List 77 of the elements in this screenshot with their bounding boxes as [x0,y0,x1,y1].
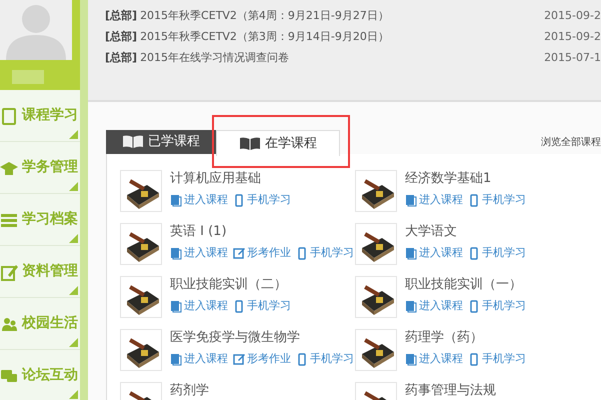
book-icon [170,246,182,260]
course-link[interactable]: 手机学习 [468,351,526,368]
course-title: 英语 I (1) [170,223,228,241]
course-thumbnail [120,276,162,318]
book-icon [405,246,417,260]
phone-icon [468,194,480,207]
course-title: 计算机应用基础 [170,170,262,188]
phone-icon [233,300,245,313]
course-link[interactable]: 手机学习 [468,245,526,262]
course-thumbnail [355,223,397,265]
course-thumbnail [355,329,397,371]
course-link[interactable]: 进入课程 [405,245,463,262]
course-thumbnail [120,329,162,371]
sidebar-item[interactable]: 学习档案 [22,209,78,230]
book-icon [239,136,261,150]
course-link[interactable]: 进入课程 [405,351,463,368]
edit-icon [233,246,245,260]
course-link[interactable]: 进入课程 [170,298,228,314]
course-title: 药剂学 [170,382,209,400]
course-thumbnail [355,276,397,318]
phone-icon [296,352,308,366]
sidebar-item[interactable]: 课程学习 [22,105,78,126]
phone-icon [233,194,245,207]
course-title: 医学免疫学与微生物学 [170,329,301,347]
course-link[interactable]: 进入课程 [405,192,463,208]
course-thumbnail [120,170,162,212]
course-title: 经济数学基础1 [405,170,492,188]
course-link[interactable]: 手机学习 [468,192,526,208]
course-link[interactable]: 进入课程 [405,298,463,314]
browse-all-link[interactable]: 浏览全部课程 [541,130,601,154]
notice-tag: [总部] [105,50,138,67]
sidebar-item[interactable]: 校园生活 [22,313,78,334]
notice-link[interactable]: 2015年秋季CETV2（第3周：9月14日-9月20日） [140,29,389,46]
notice-link[interactable]: 2015年在线学习情况调查问卷 [140,50,290,67]
course-link[interactable]: 进入课程 [170,351,228,368]
course-link[interactable]: 手机学习 [296,245,354,262]
book-icon [405,352,417,366]
course-title: 大学语文 [405,223,458,241]
course-title: 药事管理与法规 [405,382,496,400]
book-icon [122,135,144,149]
course-title: 药理学（药） [405,329,484,347]
sidebar-item[interactable]: 学务管理 [22,157,78,178]
notice-date: 2015-07-1 [544,50,601,66]
phone-icon [296,246,308,260]
book-icon [170,352,182,366]
sidebar-item[interactable]: 论坛互动 [22,365,78,386]
corner-triangle-icon [69,390,78,399]
phone-icon [468,300,480,313]
notice-link[interactable]: 2015年秋季CETV2（第4周：9月21日-9月27日） [140,8,389,25]
notice-tag: [总部] [105,8,138,25]
tab[interactable]: 已学课程 [106,130,216,154]
course-link[interactable]: 形考作业 [233,245,291,262]
edit-icon [0,262,18,280]
course-thumbnail [120,223,162,265]
course-title: 职业技能实训（一） [405,276,523,294]
course-link[interactable]: 手机学习 [233,192,291,208]
book-icon [405,194,417,207]
book-icon [170,300,182,313]
course-title: 职业技能实训（二） [170,276,288,294]
notice-date: 2015-09-2 [544,8,601,24]
phone-icon [468,246,480,260]
course-link[interactable]: 形考作业 [233,351,291,368]
course-link[interactable]: 手机学习 [233,298,291,314]
notice-tag: [总部] [105,29,138,46]
notice-date: 2015-09-2 [544,29,601,46]
edit-icon [233,352,245,366]
phone-icon [468,352,480,366]
book-icon [405,300,417,313]
course-link[interactable]: 进入课程 [170,245,228,262]
course-thumbnail [355,170,397,212]
course-link[interactable]: 进入课程 [170,192,228,208]
course-link[interactable]: 手机学习 [296,351,354,368]
tab[interactable]: 在学课程 [216,130,340,156]
book-icon [170,194,182,207]
card-icon [0,106,18,124]
course-link[interactable]: 手机学习 [468,298,526,314]
sidebar-item[interactable]: 资料管理 [22,261,78,282]
